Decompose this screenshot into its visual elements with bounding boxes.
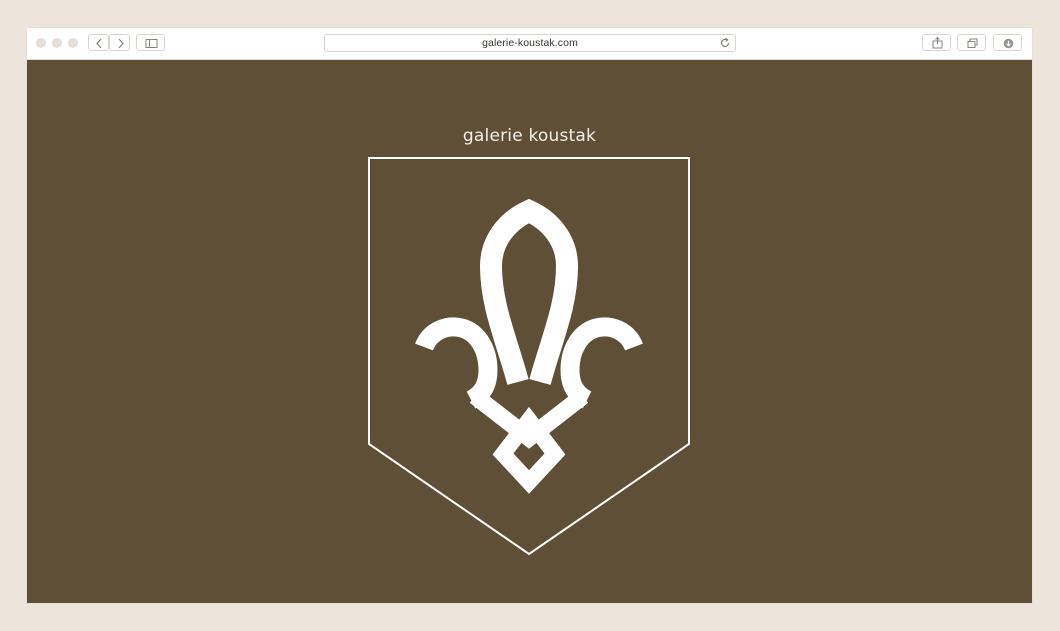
sidebar-icon <box>145 39 158 48</box>
address-bar[interactable]: galerie-koustak.com <box>324 34 736 52</box>
window-minimize-button[interactable] <box>52 38 62 48</box>
address-url: galerie-koustak.com <box>482 37 578 49</box>
chevron-left-icon <box>96 38 102 49</box>
share-button[interactable] <box>922 34 951 51</box>
forward-button[interactable] <box>109 34 130 51</box>
page-content: galerie koustak <box>27 60 1032 603</box>
window-zoom-button[interactable] <box>68 38 78 48</box>
reload-icon[interactable] <box>719 37 731 49</box>
downloads-button[interactable] <box>993 34 1022 51</box>
fleur-de-lis-icon <box>415 198 643 494</box>
crest-logo[interactable] <box>367 156 691 558</box>
chevron-right-icon <box>118 38 124 49</box>
sidebar-button[interactable] <box>136 34 165 51</box>
brand-name[interactable]: galerie koustak <box>27 126 1032 146</box>
browser-toolbar: galerie-koustak.com <box>27 28 1032 60</box>
tabs-icon <box>967 38 978 48</box>
download-icon <box>1003 38 1014 49</box>
share-icon <box>932 36 943 49</box>
tabs-button[interactable] <box>957 34 986 51</box>
browser-window: galerie-koustak.com galerie koustak <box>27 28 1032 603</box>
window-close-button[interactable] <box>36 38 46 48</box>
back-button[interactable] <box>88 34 109 51</box>
